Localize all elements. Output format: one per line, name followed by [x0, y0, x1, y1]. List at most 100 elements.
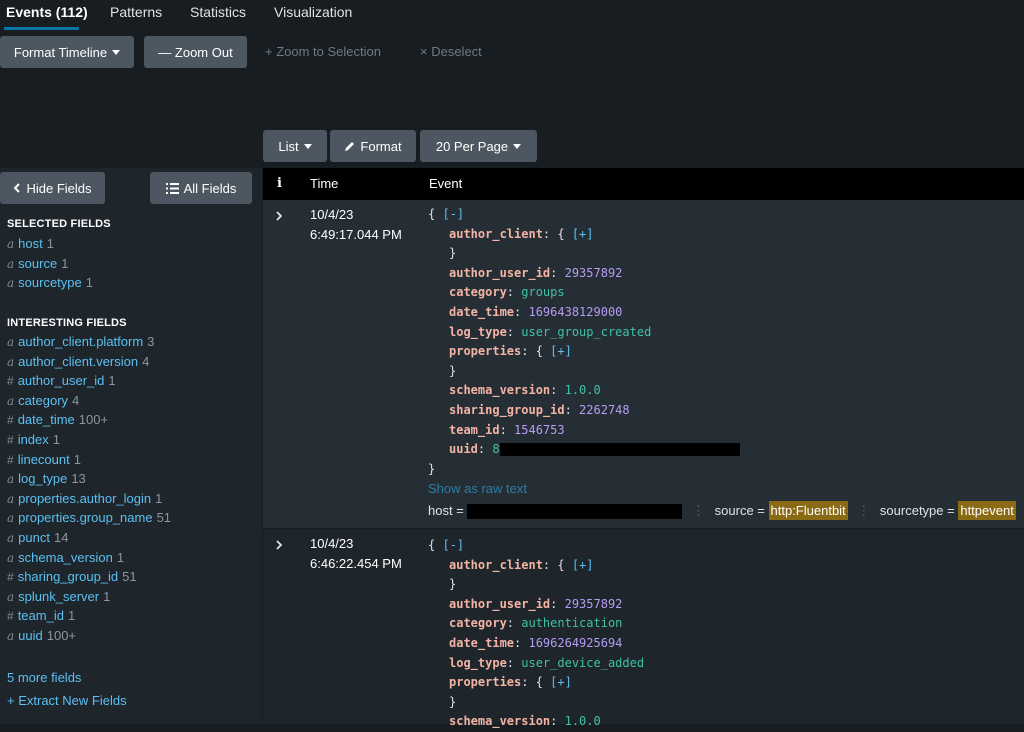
field-name[interactable]: host — [18, 236, 43, 251]
field-item[interactable]: a splunk_server 1 — [7, 589, 110, 604]
field-item[interactable]: # index 1 — [7, 432, 60, 447]
expand-row-icon[interactable] — [275, 537, 283, 553]
tab-visualization[interactable]: Visualization — [274, 0, 352, 30]
field-item[interactable]: a author_client.version 4 — [7, 354, 149, 369]
field-name[interactable]: author_client.version — [18, 354, 138, 369]
json-key[interactable]: category — [449, 616, 507, 630]
field-name[interactable]: log_type — [18, 471, 67, 486]
field-item[interactable]: a source 1 — [7, 256, 68, 271]
json-key[interactable]: author_user_id — [449, 266, 550, 280]
tab-patterns[interactable]: Patterns — [110, 0, 162, 30]
event-row: 10/4/23 6:46:22.454 PM { [-] author_clie… — [263, 529, 1024, 728]
all-fields-button[interactable]: All Fields — [150, 172, 252, 204]
field-item[interactable]: a schema_version 1 — [7, 550, 124, 565]
field-item[interactable]: a punct 14 — [7, 530, 68, 545]
json-value[interactable]: 29357892 — [565, 597, 623, 611]
json-key[interactable]: properties — [449, 344, 521, 358]
field-name[interactable]: index — [18, 432, 49, 447]
expand-toggle[interactable]: [+] — [572, 227, 594, 241]
sourcetype-value[interactable]: httpevent — [958, 501, 1016, 520]
json-key[interactable]: category — [449, 285, 507, 299]
json-key[interactable]: schema_version — [449, 383, 550, 397]
format-button[interactable]: Format — [330, 130, 416, 162]
expand-toggle[interactable]: [+] — [572, 558, 594, 572]
deselect-button[interactable]: × Deselect — [420, 44, 482, 59]
json-value[interactable]: 1.0.0 — [565, 383, 601, 397]
field-item[interactable]: a sourcetype 1 — [7, 275, 93, 290]
field-name[interactable]: author_user_id — [18, 373, 105, 388]
field-name[interactable]: sharing_group_id — [18, 569, 118, 584]
json-key[interactable]: author_client — [449, 227, 543, 241]
collapse-toggle[interactable]: [-] — [442, 207, 464, 221]
per-page-button[interactable]: 20 Per Page — [420, 130, 537, 162]
event-timestamp: 10/4/23 6:49:17.044 PM — [310, 205, 402, 245]
field-name[interactable]: properties.author_login — [18, 491, 151, 506]
json-value[interactable]: user_group_created — [521, 325, 651, 339]
json-key[interactable]: sharing_group_id — [449, 403, 565, 417]
field-name[interactable]: sourcetype — [18, 275, 82, 290]
json-value[interactable]: user_device_added — [521, 656, 644, 670]
field-name[interactable]: date_time — [18, 412, 75, 427]
field-item[interactable]: a uuid 100+ — [7, 628, 76, 643]
time-column-header[interactable]: Time — [310, 176, 338, 191]
hide-fields-button[interactable]: Hide Fields — [0, 172, 105, 204]
format-timeline-button[interactable]: Format Timeline — [0, 36, 134, 68]
tab-statistics[interactable]: Statistics — [190, 0, 246, 30]
json-value[interactable]: authentication — [521, 616, 622, 630]
json-key[interactable]: author_user_id — [449, 597, 550, 611]
json-key[interactable]: properties — [449, 675, 521, 689]
field-name[interactable]: linecount — [18, 452, 70, 467]
field-name[interactable]: author_client.platform — [18, 334, 143, 349]
extract-new-fields-link[interactable]: + Extract New Fields — [7, 693, 127, 708]
field-item[interactable]: # team_id 1 — [7, 608, 75, 623]
json-key[interactable]: uuid — [449, 442, 478, 456]
zoom-out-button[interactable]: — Zoom Out — [144, 36, 247, 68]
field-item[interactable]: a host 1 — [7, 236, 54, 251]
field-name[interactable]: source — [18, 256, 57, 271]
tab-events[interactable]: Events (112) — [6, 0, 88, 30]
collapse-toggle[interactable]: [-] — [442, 538, 464, 552]
json-key[interactable]: date_time — [449, 305, 514, 319]
json-value[interactable]: groups — [521, 285, 564, 299]
zoom-to-selection-button[interactable]: + Zoom to Selection — [265, 44, 381, 59]
field-name[interactable]: uuid — [18, 628, 43, 643]
field-item[interactable]: a author_client.platform 3 — [7, 334, 154, 349]
expand-toggle[interactable]: [+] — [550, 675, 572, 689]
field-name[interactable]: splunk_server — [18, 589, 99, 604]
field-item[interactable]: a log_type 13 — [7, 471, 86, 486]
field-name[interactable]: schema_version — [18, 550, 113, 565]
list-view-button[interactable]: List — [263, 130, 327, 162]
field-item[interactable]: # date_time 100+ — [7, 412, 108, 427]
expand-toggle[interactable]: [+] — [550, 344, 572, 358]
source-value[interactable]: http:Fluentbit — [768, 501, 848, 520]
field-name[interactable]: properties.group_name — [18, 510, 152, 525]
json-key[interactable]: log_type — [449, 656, 507, 670]
json-key[interactable]: date_time — [449, 636, 514, 650]
json-value[interactable]: 1696438129000 — [528, 305, 622, 319]
json-value[interactable]: 1696264925694 — [528, 636, 622, 650]
field-name[interactable]: punct — [18, 530, 50, 545]
expand-row-icon[interactable] — [275, 208, 283, 224]
json-value[interactable]: 1546753 — [514, 423, 565, 437]
json-value[interactable]: 29357892 — [565, 266, 623, 280]
json-key[interactable]: author_client — [449, 558, 543, 572]
json-value[interactable]: 2262748 — [579, 403, 630, 417]
json-value[interactable]: 1.0.0 — [565, 714, 601, 728]
redacted-host[interactable] — [467, 504, 683, 520]
show-raw-text-link[interactable]: Show as raw text — [428, 479, 740, 499]
more-fields-link[interactable]: 5 more fields — [7, 670, 81, 685]
field-item[interactable]: # sharing_group_id 51 — [7, 569, 137, 584]
field-name[interactable]: team_id — [18, 608, 64, 623]
field-item[interactable]: # linecount 1 — [7, 452, 81, 467]
field-item[interactable]: a properties.group_name 51 — [7, 510, 171, 525]
field-item[interactable]: a properties.author_login 1 — [7, 491, 162, 506]
field-item[interactable]: a category 4 — [7, 393, 79, 408]
json-value[interactable]: 8 — [492, 442, 499, 456]
field-name[interactable]: category — [18, 393, 68, 408]
numeric-type-icon: # — [7, 433, 14, 447]
json-key[interactable]: team_id — [449, 423, 500, 437]
field-item[interactable]: # author_user_id 1 — [7, 373, 116, 388]
json-key[interactable]: log_type — [449, 325, 507, 339]
json-key[interactable]: schema_version — [449, 714, 550, 728]
string-type-icon: a — [7, 531, 15, 545]
